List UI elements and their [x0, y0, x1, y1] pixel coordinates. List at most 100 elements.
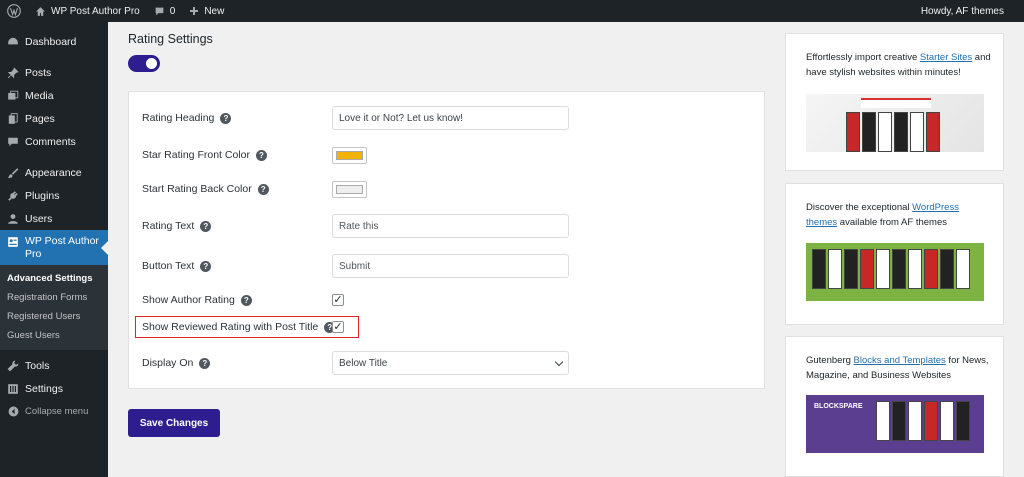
- button-text-input[interactable]: Submit: [332, 254, 569, 278]
- menu-dashboard[interactable]: Dashboard: [0, 30, 108, 53]
- site-name: WP Post Author Pro: [51, 5, 140, 17]
- widget-text-part: available from AF themes: [837, 217, 947, 228]
- widget-text-part: Effortlessly import creative: [806, 52, 920, 63]
- starter-sites-previews: [846, 112, 940, 152]
- submenu-guest-users[interactable]: Guest Users: [0, 326, 108, 345]
- blockspare-image[interactable]: BLOCKSPARE: [806, 395, 984, 453]
- preview-thumb: [892, 401, 906, 441]
- widget-wordpress-themes: Discover the exceptional WordPress theme…: [785, 183, 1004, 325]
- wordpress-logo-icon[interactable]: [0, 0, 28, 22]
- help-icon[interactable]: ?: [255, 149, 267, 161]
- submenu-registered-users[interactable]: Registered Users: [0, 307, 108, 326]
- wordpress-themes-image[interactable]: [806, 243, 984, 301]
- preview-thumb: [926, 112, 940, 152]
- preview-thumb: [894, 112, 908, 152]
- widget-blocks-templates-text: Gutenberg Blocks and Templates for News,…: [806, 353, 991, 383]
- starter-sites-link[interactable]: Starter Sites: [920, 52, 972, 63]
- new-content-link[interactable]: New: [182, 0, 231, 22]
- save-changes-button[interactable]: Save Changes: [128, 409, 220, 437]
- row-show-author-rating: Show Author Rating? ✓: [129, 287, 766, 313]
- preview-thumb: [844, 249, 858, 289]
- plus-icon: [190, 7, 199, 15]
- preview-thumb: [828, 249, 842, 289]
- section-title: Rating Settings: [128, 32, 213, 46]
- help-icon[interactable]: ?: [220, 112, 232, 124]
- menu-users[interactable]: Users: [0, 207, 108, 230]
- wrench-icon: [7, 360, 19, 372]
- preview-thumb: [812, 249, 826, 289]
- show-reviewed-rating-label: Show Reviewed Rating with Post Title?: [142, 321, 336, 333]
- rating-settings-toggle[interactable]: [128, 55, 160, 72]
- help-icon[interactable]: ?: [199, 357, 211, 369]
- row-show-reviewed-rating: Show Reviewed Rating with Post Title? ✓: [129, 314, 766, 340]
- row-button-text: Button Text? Submit: [129, 253, 766, 279]
- menu-appearance[interactable]: Appearance: [0, 161, 108, 184]
- menu-posts-label: Posts: [25, 66, 52, 79]
- menu-tools[interactable]: Tools: [0, 354, 108, 377]
- chevron-down-icon: [554, 357, 564, 367]
- row-display-on: Display On? Below Title: [129, 350, 766, 376]
- help-icon[interactable]: ?: [200, 260, 212, 272]
- menu-posts[interactable]: Posts: [0, 61, 108, 84]
- help-icon[interactable]: ?: [200, 220, 212, 232]
- menu-appearance-label: Appearance: [25, 166, 82, 179]
- show-reviewed-rating-label-text: Show Reviewed Rating with Post Title: [142, 321, 319, 333]
- star-front-color-picker[interactable]: [332, 146, 367, 164]
- menu-wp-post-author-pro-label: WP Post Author Pro: [25, 235, 99, 260]
- account-menu[interactable]: Howdy, AF themes: [914, 0, 1024, 22]
- menu-comments[interactable]: Comments: [0, 130, 108, 153]
- menu-settings[interactable]: Settings: [0, 377, 108, 400]
- author-icon: [7, 236, 19, 248]
- comments-link[interactable]: 0: [147, 0, 183, 22]
- dashboard-icon: [7, 36, 19, 48]
- star-back-color-picker[interactable]: [332, 180, 367, 198]
- blockspare-previews: [876, 401, 970, 441]
- media-icon: [7, 90, 19, 102]
- site-name-link[interactable]: WP Post Author Pro: [28, 0, 147, 22]
- menu-wp-post-author-pro[interactable]: WP Post Author Pro: [0, 230, 108, 265]
- howdy-text: Howdy, AF themes: [920, 5, 1004, 17]
- collapse-menu-button[interactable]: Collapse menu: [0, 400, 108, 423]
- button-text-label: Button Text?: [142, 260, 212, 272]
- preview-thumb: [910, 112, 924, 152]
- comments-icon: [7, 136, 19, 148]
- preview-thumb: [940, 249, 954, 289]
- pages-icon: [7, 112, 19, 125]
- comment-bubble-icon: [155, 7, 164, 15]
- collapse-menu-label: Collapse menu: [25, 406, 89, 417]
- submenu-advanced-settings[interactable]: Advanced Settings: [0, 269, 108, 288]
- help-icon[interactable]: ?: [240, 294, 252, 306]
- preview-thumb: [878, 112, 892, 152]
- widget-text-part: Gutenberg: [806, 355, 854, 366]
- show-author-rating-label: Show Author Rating?: [142, 294, 252, 306]
- button-text-label-text: Button Text: [142, 260, 195, 272]
- blocks-templates-link[interactable]: Blocks and Templates: [854, 355, 946, 366]
- submenu-registration-forms[interactable]: Registration Forms: [0, 288, 108, 307]
- widget-wordpress-themes-text: Discover the exceptional WordPress theme…: [806, 200, 991, 230]
- widget-text-part: Discover the exceptional: [806, 202, 913, 213]
- widget-starter-sites: Effortlessly import creative Starter Sit…: [785, 33, 1004, 171]
- show-author-rating-checkbox[interactable]: ✓: [332, 294, 344, 306]
- menu-pages[interactable]: Pages: [0, 107, 108, 130]
- blockspare-logo: BLOCKSPARE: [814, 403, 863, 410]
- help-icon[interactable]: ?: [257, 183, 269, 195]
- plugin-icon: [7, 190, 19, 202]
- rating-heading-input[interactable]: Love it or Not? Let us know!: [332, 106, 569, 130]
- preview-thumb: [846, 112, 860, 152]
- menu-settings-label: Settings: [25, 382, 63, 395]
- star-back-color-fill: [336, 184, 363, 194]
- show-reviewed-rating-checkbox[interactable]: ✓: [332, 321, 344, 333]
- menu-users-label: Users: [25, 212, 53, 225]
- display-on-label-text: Display On: [142, 357, 194, 369]
- users-icon: [7, 213, 19, 225]
- display-on-select[interactable]: Below Title: [332, 351, 569, 375]
- menu-plugins[interactable]: Plugins: [0, 184, 108, 207]
- rating-text-input[interactable]: Rate this: [332, 214, 569, 238]
- menu-media[interactable]: Media: [0, 84, 108, 107]
- row-star-back-color: Start Rating Back Color?: [129, 176, 766, 202]
- starter-sites-image[interactable]: [806, 94, 984, 152]
- rating-heading-label: Rating Heading?: [142, 112, 232, 124]
- preview-thumb: [860, 249, 874, 289]
- admin-bar: WP Post Author Pro 0 New Howdy, AF theme…: [0, 0, 1024, 22]
- rating-heading-label-text: Rating Heading: [142, 112, 215, 124]
